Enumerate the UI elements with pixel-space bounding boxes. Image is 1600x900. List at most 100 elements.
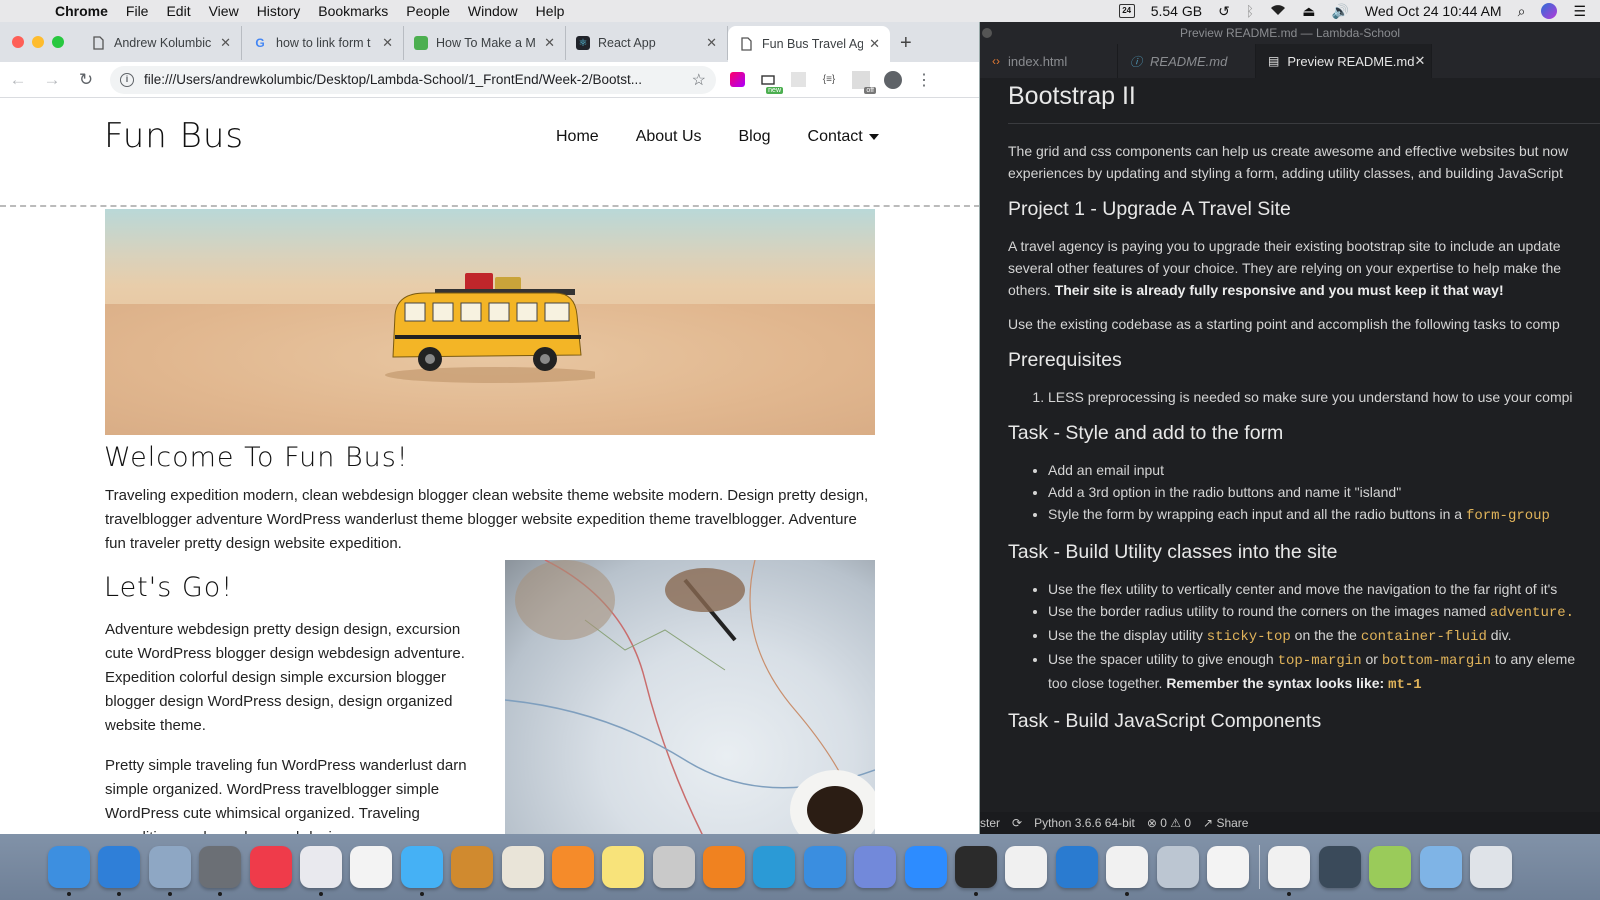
siri-icon[interactable] <box>1541 3 1558 19</box>
menu-people[interactable]: People <box>397 3 459 19</box>
info-icon[interactable]: i <box>120 72 134 87</box>
browser-tab[interactable]: How To Make a M ✕ <box>404 26 566 60</box>
dock-scrivener-icon[interactable] <box>1005 846 1048 888</box>
dock-discord-icon[interactable] <box>854 846 897 888</box>
window-title: Preview README.md — Lambda-School <box>1179 26 1401 40</box>
branch-label[interactable]: ster <box>980 816 1000 830</box>
dock-itunes-icon[interactable] <box>299 846 342 896</box>
problems-indicator[interactable]: ⊗ 0 ⚠ 0 <box>1147 816 1191 830</box>
calendar-icon[interactable]: 24 <box>1118 4 1135 18</box>
menu-bookmarks[interactable]: Bookmarks <box>309 3 397 19</box>
browser-tab[interactable]: G how to link form t ✕ <box>242 26 404 60</box>
zoom-window-button[interactable] <box>52 36 64 48</box>
bluetooth-icon[interactable]: ᛒ <box>1246 3 1254 19</box>
nav-contact-dropdown[interactable]: Contact <box>808 128 879 146</box>
python-interpreter[interactable]: Python 3.6.6 64-bit <box>1034 816 1135 830</box>
color-picker-extension-icon[interactable] <box>730 72 745 87</box>
browser-tab[interactable]: ⚛ React App ✕ <box>566 26 728 60</box>
dock-vlc-icon[interactable] <box>703 846 746 888</box>
nav-about-us[interactable]: About Us <box>636 128 702 146</box>
dock-simplenote-icon[interactable] <box>803 846 846 888</box>
dock-messages-icon[interactable] <box>400 846 443 896</box>
running-indicator <box>218 892 223 896</box>
volume-icon[interactable]: 🔊 <box>1331 3 1348 20</box>
wifi-icon[interactable] <box>1270 3 1286 19</box>
dock-kodi-icon[interactable] <box>753 846 796 888</box>
dock-textedit-icon[interactable] <box>501 846 544 888</box>
notification-center-icon[interactable]: ☰ <box>1573 3 1586 20</box>
menu-window[interactable]: Window <box>459 3 527 19</box>
browser-tab-active[interactable]: Fun Bus Travel Ag ✕ <box>728 26 890 62</box>
profile-avatar-icon[interactable] <box>884 70 902 89</box>
screenshot-extension-icon[interactable]: new <box>759 71 783 94</box>
spotlight-search-icon[interactable]: ⌕ <box>1518 3 1526 20</box>
site-logo[interactable]: Fun Bus <box>104 116 244 156</box>
close-tab-icon[interactable]: ✕ <box>1414 53 1425 69</box>
editor-tab-index-html[interactable]: ‹› index.html <box>980 44 1118 78</box>
address-bar[interactable]: i file:///Users/andrewkolumbic/Desktop/L… <box>110 65 716 94</box>
json-extension-icon[interactable]: {≡} <box>820 71 838 89</box>
editor-tab-readme[interactable]: ⓘ README.md <box>1118 44 1256 78</box>
nav-home[interactable]: Home <box>556 128 599 146</box>
dock-chrome-icon[interactable] <box>1106 846 1149 896</box>
new-tab-button[interactable]: + <box>900 26 912 62</box>
dock-garageband-icon[interactable] <box>451 846 494 888</box>
dock-downloads-icon[interactable] <box>1419 846 1462 888</box>
dock-script-editor-icon[interactable] <box>652 846 695 888</box>
text: to any eleme <box>1494 651 1576 667</box>
menu-view[interactable]: View <box>200 3 248 19</box>
dock-notes-icon[interactable] <box>602 846 645 888</box>
tab-close-icon[interactable]: ✕ <box>706 35 717 51</box>
url-text[interactable]: file:///Users/andrewkolumbic/Desktop/Lam… <box>144 72 692 87</box>
menu-app-name[interactable]: Chrome <box>46 3 117 19</box>
tab-close-icon[interactable]: ✕ <box>220 35 231 51</box>
dock-trash-icon[interactable] <box>1469 846 1512 888</box>
error-icon: ⊗ <box>1146 816 1157 830</box>
live-share-button[interactable]: ↗ Share <box>1203 816 1248 830</box>
toggle-extension-icon[interactable]: off <box>852 70 876 94</box>
list-item: Use the the display utility sticky-top o… <box>1048 624 1600 648</box>
dock-android-studio-icon[interactable] <box>1369 846 1412 888</box>
grid-extension-icon[interactable] <box>791 72 806 87</box>
forward-arrow-icon[interactable]: → <box>42 70 62 90</box>
tab-close-icon[interactable]: ✕ <box>544 35 555 51</box>
reload-icon[interactable]: ↻ <box>76 70 96 90</box>
dock-vs-code-icon[interactable] <box>1055 846 1098 888</box>
time-machine-icon[interactable]: ↺ <box>1218 3 1230 20</box>
bookmark-star-icon[interactable]: ☆ <box>692 70 706 90</box>
menu-history[interactable]: History <box>248 3 310 19</box>
sync-icon[interactable]: ⟳ <box>1012 816 1022 830</box>
dock-finder-icon[interactable] <box>48 846 90 896</box>
dock-preview-icon[interactable] <box>1156 846 1199 888</box>
window-control-dot[interactable] <box>982 28 992 38</box>
dock-zoom-icon[interactable] <box>904 846 947 888</box>
menu-help[interactable]: Help <box>527 3 574 19</box>
site-nav: Home About Us Blog Contact <box>556 128 879 146</box>
list-item: Use the spacer utility to give enough to… <box>1048 648 1600 696</box>
eject-icon[interactable]: ⏏ <box>1302 3 1315 20</box>
tab-close-icon[interactable]: ✕ <box>382 35 393 51</box>
dock-news-icon[interactable] <box>249 846 292 888</box>
menu-edit[interactable]: Edit <box>157 3 199 19</box>
minimize-window-button[interactable] <box>32 36 44 48</box>
dock-photos-icon[interactable] <box>350 846 393 888</box>
dock-atom-icon[interactable] <box>1318 846 1361 888</box>
more-menu-icon[interactable]: ⋮ <box>916 70 932 90</box>
dock-chrome-icon[interactable] <box>1268 846 1311 896</box>
dock-terminal-icon[interactable] <box>955 846 998 896</box>
menu-file[interactable]: File <box>117 3 158 19</box>
dock-safari-icon[interactable] <box>98 846 141 896</box>
dock-mongodb-compass-icon[interactable] <box>1206 846 1249 888</box>
dock-books-icon[interactable] <box>551 846 594 888</box>
dock-mail-icon[interactable] <box>148 846 191 896</box>
dock-system-preferences-icon[interactable] <box>199 846 242 896</box>
editor-tab-preview[interactable]: ▤ Preview README.md ✕ <box>1256 44 1432 78</box>
back-arrow-icon[interactable]: ← <box>8 70 28 90</box>
nav-blog[interactable]: Blog <box>739 128 771 146</box>
tab-close-icon[interactable]: ✕ <box>869 36 880 52</box>
close-window-button[interactable] <box>12 36 24 48</box>
memory-readout[interactable]: 5.54 GB <box>1151 3 1202 19</box>
text: others. <box>1008 282 1051 298</box>
clock[interactable]: Wed Oct 24 10:44 AM <box>1365 3 1502 19</box>
browser-tab[interactable]: Andrew Kolumbic ✕ <box>80 26 242 60</box>
